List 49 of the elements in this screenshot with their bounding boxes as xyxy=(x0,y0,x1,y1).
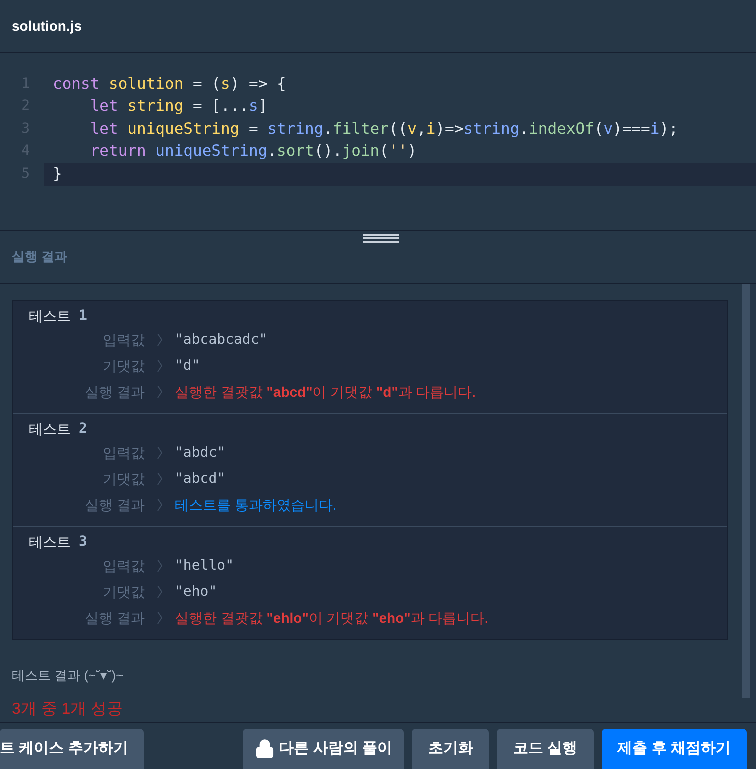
field-label: 입력값 xyxy=(102,556,145,576)
scrollbar[interactable] xyxy=(742,284,750,698)
test-title: 테스트 xyxy=(29,420,71,439)
field-label: 기댓값 xyxy=(102,582,145,602)
chevron-right-icon xyxy=(157,611,163,626)
chevron-right-icon xyxy=(157,498,163,512)
field-label: 기댓값 xyxy=(102,356,145,376)
result-message: 테스트를 통과하였습니다. xyxy=(175,496,337,515)
code-line: let uniqueString = string.filter((v,i)=>string.indexOf(v)===i); xyxy=(89,118,680,140)
result-message: 실행한 결괏값 "abcd"이 기댓값 "d"과 다릅니다. xyxy=(175,382,476,402)
chevron-right-icon xyxy=(157,333,163,348)
field-value: "abcd" xyxy=(175,470,226,489)
field-value: "eho" xyxy=(175,582,218,602)
test-number: 2 xyxy=(79,420,88,439)
code-line: let string = [...s] xyxy=(89,96,269,118)
summary-title: 테스트 결과 (~˘▾˘)~ xyxy=(12,667,125,686)
section-title: 실행 결과 xyxy=(12,248,68,266)
code-line: const solution = (s) => { xyxy=(52,74,288,95)
action-button[interactable]: 초기화 xyxy=(412,729,490,769)
field-label: 실행 결과 xyxy=(84,608,145,628)
file-tab[interactable]: solution.js xyxy=(12,16,82,37)
field-value: "abcabcadc" xyxy=(175,330,268,350)
field-value: "abdc" xyxy=(175,444,226,463)
result-message: 실행한 결괏값 "ehlo"이 기댓값 "eho"과 다릅니다. xyxy=(175,608,489,628)
submit-button[interactable]: 제출 후 채점하기 xyxy=(602,729,747,769)
chevron-right-icon xyxy=(157,585,163,600)
field-value: "d" xyxy=(175,356,200,376)
field-label: 입력값 xyxy=(102,330,145,350)
test-number: 3 xyxy=(79,532,88,552)
field-label: 기댓값 xyxy=(102,470,145,489)
chevron-right-icon xyxy=(157,385,163,400)
chevron-right-icon xyxy=(157,446,163,460)
field-label: 실행 결과 xyxy=(84,496,145,515)
field-value: "hello" xyxy=(175,556,234,576)
add-test-case-button[interactable]: 트 케이스 추가하기 xyxy=(0,729,144,769)
action-button[interactable]: 코드 실행 xyxy=(497,729,594,769)
test-title: 테스트 xyxy=(29,532,71,552)
lock-icon xyxy=(255,739,276,759)
summary-result: 3개 중 1개 성공 xyxy=(12,700,124,720)
chevron-right-icon xyxy=(157,359,163,374)
test-title: 테스트 xyxy=(29,306,71,326)
test-number: 1 xyxy=(79,306,88,326)
field-label: 실행 결과 xyxy=(84,382,145,402)
resize-handle-icon[interactable] xyxy=(363,234,399,243)
code-line: return uniqueString.sort().join('') xyxy=(89,141,418,162)
field-label: 입력값 xyxy=(102,444,145,463)
chevron-right-icon xyxy=(157,559,163,574)
chevron-right-icon xyxy=(157,472,163,486)
action-button[interactable]: 다른 사람의 풀이 xyxy=(243,729,404,769)
